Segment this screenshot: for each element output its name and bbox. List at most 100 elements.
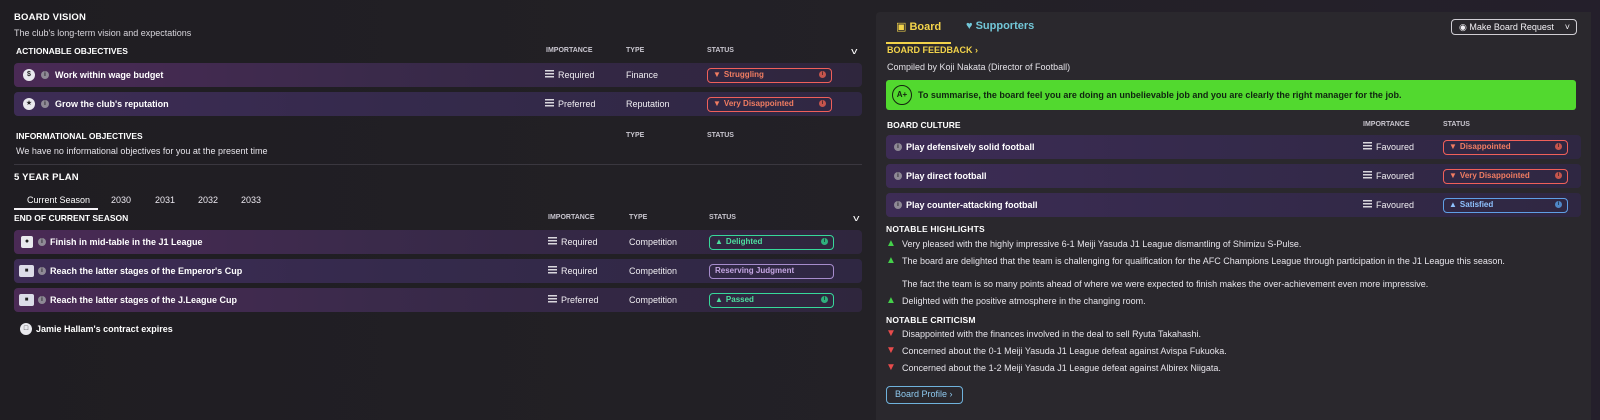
thumbs-down-icon: ▼ (713, 99, 721, 108)
status-column-header: STATUS (1443, 121, 1470, 128)
objective-importance: Required (545, 70, 595, 80)
info-icon[interactable]: i (894, 172, 902, 180)
info-icon: i (819, 100, 826, 107)
plan-objective-row[interactable]: ● i Finish in mid-table in the J1 League… (14, 230, 862, 254)
plan-objective-importance: Required (548, 266, 598, 276)
info-icon[interactable]: i (38, 267, 46, 275)
info-icon[interactable]: i (38, 296, 46, 304)
culture-row[interactable]: i Play defensively solid football Favour… (886, 135, 1581, 159)
cup-logo-icon: ■ (19, 265, 34, 277)
info-icon: i (821, 238, 828, 245)
chevron-down-icon: ˅ (1564, 22, 1570, 32)
info-icon: i (1555, 172, 1562, 179)
importance-column-header: IMPORTANCE (548, 214, 595, 221)
highlight-item: ▲ Delighted with the positive atmosphere… (886, 295, 1146, 306)
tab-board[interactable]: ▣ Board (896, 20, 941, 33)
notable-highlights-section: NOTABLE HIGHLIGHTS ▲ Very pleased with t… (886, 224, 1581, 312)
five-year-plan-title: 5 YEAR PLAN (14, 172, 79, 183)
criticism-item: ▼ Concerned about the 1-2 Meiji Yasuda J… (886, 362, 1221, 373)
plan-objective-label: Finish in mid-table in the J1 League (50, 237, 203, 247)
summary-text: To summarise, the board feel you are doi… (918, 90, 1402, 100)
status-column-header: STATUS (709, 214, 736, 221)
culture-label: Play defensively solid football (906, 142, 1035, 152)
chevron-down-icon[interactable]: v (851, 46, 857, 56)
culture-label: Play counter-attacking football (906, 200, 1038, 210)
info-icon[interactable]: i (41, 100, 49, 108)
status-badge: ▲ Satisfied i (1443, 198, 1568, 213)
thumbs-down-icon: ▼ (1449, 142, 1457, 151)
tab-2031[interactable]: 2031 (155, 195, 175, 205)
objective-row[interactable]: $ i Work within wage budget Required Fin… (14, 63, 862, 87)
active-tab-indicator (14, 208, 98, 210)
info-icon: i (1555, 201, 1562, 208)
plan-objective-label: Reach the latter stages of the J.League … (50, 295, 238, 305)
info-icon[interactable]: i (41, 71, 49, 79)
plan-objective-importance: Required (548, 237, 598, 247)
info-icon[interactable]: i (38, 238, 46, 246)
end-of-season-header: END OF CURRENT SEASON IMPORTANCE TYPE ST… (14, 213, 862, 227)
end-of-season-label: END OF CURRENT SEASON (14, 213, 129, 223)
cup-logo-icon: ■ (19, 294, 34, 306)
importance-column-header: IMPORTANCE (1363, 121, 1410, 128)
informational-objectives-label: INFORMATIONAL OBJECTIVES (16, 131, 143, 141)
tab-supporters[interactable]: ♥ Supporters (966, 20, 1034, 32)
thumbs-up-icon: ▲ (715, 295, 723, 304)
tab-2033[interactable]: 2033 (241, 195, 261, 205)
grade-badge: A+ (892, 85, 912, 105)
plan-objective-type: Competition (629, 237, 678, 247)
tab-2030[interactable]: 2030 (111, 195, 131, 205)
thumbs-down-icon: ▼ (886, 345, 896, 356)
speech-bubble-icon: ◉ (1459, 22, 1467, 32)
plan-objective-importance: Preferred (548, 295, 599, 305)
plan-objective-row[interactable]: ■ i Reach the latter stages of the J.Lea… (14, 288, 862, 312)
info-icon[interactable]: i (894, 201, 902, 209)
highlight-item: ▲ Very pleased with the highly impressiv… (886, 238, 1302, 249)
contract-expiry-row[interactable]: □ Jamie Hallam's contract expires (14, 317, 862, 341)
board-culture-section: BOARD CULTURE IMPORTANCE STATUS i Play d… (886, 120, 1581, 222)
type-column-header: TYPE (626, 132, 645, 139)
thumbs-up-icon: ▲ (886, 295, 896, 306)
chevron-right-icon: › (949, 389, 953, 399)
notable-criticism-title: NOTABLE CRITICISM (886, 315, 976, 325)
status-badge: ▼ Struggling i (707, 68, 832, 83)
board-profile-button[interactable]: Board Profile › (886, 386, 963, 404)
star-icon: ★ (23, 98, 35, 110)
status-badge: ▲ Delighted i (709, 235, 834, 250)
chevron-down-icon[interactable]: v (853, 213, 859, 223)
thumbs-down-icon: ▼ (713, 70, 721, 79)
league-logo-icon: ● (21, 236, 33, 248)
board-vision-panel: BOARD VISION The club's long-term vision… (14, 12, 862, 341)
plan-objective-type: Competition (629, 295, 678, 305)
plan-objective-label: Reach the latter stages of the Emperor's… (50, 266, 243, 276)
status-badge: ▲ Passed i (709, 293, 834, 308)
active-tab-indicator (886, 42, 951, 44)
culture-importance: Favoured (1363, 200, 1414, 210)
culture-importance: Favoured (1363, 171, 1414, 181)
criticism-item: ▼ Disappointed with the finances involve… (886, 328, 1202, 339)
plan-tabs: Current Season 2030 2031 2032 2033 (14, 189, 862, 211)
make-board-request-button[interactable]: ◉ Make Board Request ˅ (1451, 19, 1577, 35)
board-feedback-title[interactable]: BOARD FEEDBACK › (887, 45, 978, 55)
info-icon: i (819, 71, 826, 78)
notable-highlights-title: NOTABLE HIGHLIGHTS (886, 224, 985, 234)
objective-row[interactable]: ★ i Grow the club's reputation Preferred… (14, 92, 862, 116)
culture-label: Play direct football (906, 171, 987, 181)
document-icon: □ (20, 323, 32, 335)
tab-current-season[interactable]: Current Season (27, 195, 90, 205)
objective-type: Reputation (626, 99, 670, 109)
thumbs-down-icon: ▼ (886, 362, 896, 373)
status-badge: ▼ Very Disappointed i (707, 97, 832, 112)
thumbs-up-icon: ▲ (1449, 200, 1457, 209)
plan-objective-row[interactable]: ■ i Reach the latter stages of the Emper… (14, 259, 862, 283)
actionable-objectives-header: ACTIONABLE OBJECTIVES IMPORTANCE TYPE ST… (14, 46, 862, 60)
thumbs-down-icon: ▼ (1449, 171, 1457, 180)
board-culture-header: BOARD CULTURE IMPORTANCE STATUS (886, 120, 1581, 134)
info-icon[interactable]: i (894, 143, 902, 151)
informational-objectives-header: INFORMATIONAL OBJECTIVES TYPE STATUS (14, 131, 862, 145)
board-culture-label: BOARD CULTURE (887, 120, 961, 130)
culture-row[interactable]: i Play counter-attacking football Favour… (886, 193, 1581, 217)
status-badge: ▼ Disappointed i (1443, 140, 1568, 155)
culture-row[interactable]: i Play direct football Favoured ▼ Very Di… (886, 164, 1581, 188)
tab-2032[interactable]: 2032 (198, 195, 218, 205)
status-badge: Reserving Judgment (709, 264, 834, 279)
